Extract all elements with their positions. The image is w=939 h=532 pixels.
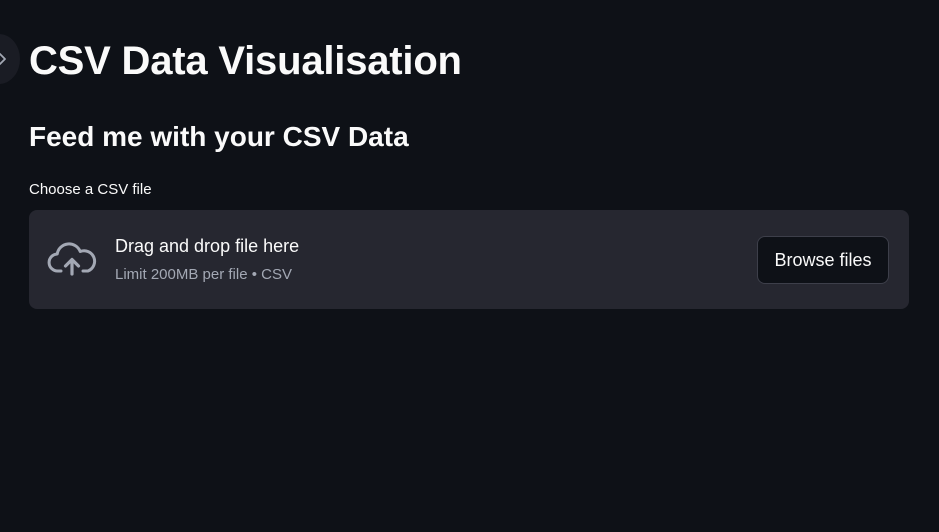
app-container: CSV Data Visualisation Feed me with your…	[0, 0, 939, 532]
sidebar-toggle-button[interactable]	[0, 34, 20, 84]
file-uploader-label: Choose a CSV file	[29, 181, 152, 198]
dropzone-drag-text: Drag and drop file here	[115, 236, 300, 256]
browse-files-button[interactable]: Browse files	[757, 236, 889, 284]
file-dropzone[interactable]: Drag and drop file here Limit 200MB per …	[29, 210, 909, 309]
page-title: CSV Data Visualisation	[29, 39, 462, 83]
page-subheader: Feed me with your CSV Data	[29, 121, 409, 152]
dropzone-limit-text: Limit 200MB per file • CSV	[115, 266, 292, 283]
cloud-upload-icon	[47, 242, 97, 276]
dropzone-instructions: Drag and drop file here Limit 200MB per …	[115, 234, 299, 285]
chevron-right-icon	[0, 53, 6, 65]
